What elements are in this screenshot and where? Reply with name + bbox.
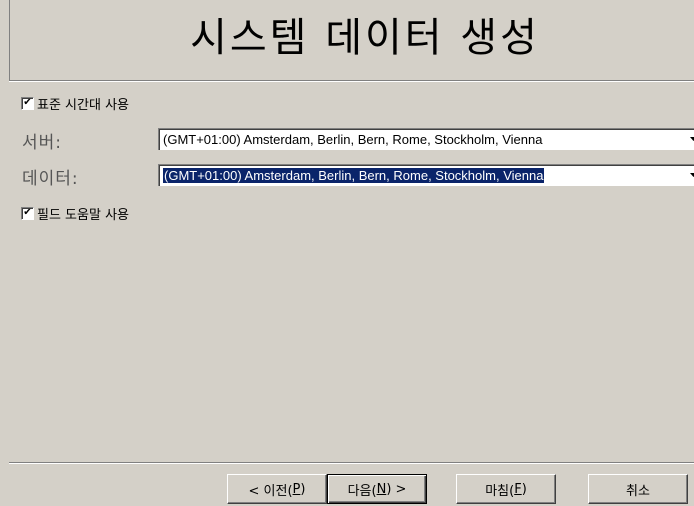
back-button-suffix: ) <box>300 481 306 497</box>
wizard-window: 시스템 데이터 생성 ✔ 표준 시간대 사용 서버: (GMT+01:00) A… <box>0 0 694 506</box>
finish-button[interactable]: 마침(F) <box>456 474 556 504</box>
next-button-accel: N <box>376 481 387 497</box>
back-button-text: < 이전( <box>248 483 293 499</box>
dropdown-arrow-icon[interactable] <box>688 130 694 148</box>
data-timezone-combo[interactable]: (GMT+01:00) Amsterdam, Berlin, Bern, Rom… <box>158 164 694 186</box>
finish-button-accel: F <box>514 481 522 497</box>
cancel-button-label: 취소 <box>626 483 650 499</box>
server-timezone-value: (GMT+01:00) Amsterdam, Berlin, Bern, Rom… <box>163 132 543 147</box>
data-timezone-value: (GMT+01:00) Amsterdam, Berlin, Bern, Rom… <box>163 168 545 183</box>
next-button[interactable]: 다음(N) > <box>327 474 427 504</box>
cancel-button[interactable]: 취소 <box>588 474 688 504</box>
use-standard-timezone-label: 표준 시간대 사용 <box>37 97 129 113</box>
use-field-help-checkbox[interactable]: ✔ 필드 도움말 사용 <box>21 204 129 223</box>
finish-button-suffix: ) <box>521 481 527 497</box>
use-standard-timezone-checkbox[interactable]: ✔ 표준 시간대 사용 <box>21 94 129 113</box>
server-label: 서버: <box>22 133 63 153</box>
dropdown-arrow-icon[interactable] <box>688 166 694 184</box>
button-divider <box>9 462 694 464</box>
checkmark-icon: ✔ <box>21 96 34 110</box>
finish-button-text: 마침( <box>485 483 515 499</box>
next-button-text: 다음( <box>347 483 377 499</box>
back-button-accel: P <box>292 481 301 497</box>
use-field-help-label: 필드 도움말 사용 <box>37 207 129 223</box>
checkmark-icon: ✔ <box>21 206 34 220</box>
back-button[interactable]: < 이전(P) <box>227 474 327 504</box>
page-title: 시스템 데이터 생성 <box>190 15 540 61</box>
server-timezone-combo[interactable]: (GMT+01:00) Amsterdam, Berlin, Bern, Rom… <box>158 128 694 150</box>
header-panel: 시스템 데이터 생성 <box>9 0 694 81</box>
data-label: 데이터: <box>22 169 79 189</box>
next-button-suffix: ) > <box>386 481 407 497</box>
